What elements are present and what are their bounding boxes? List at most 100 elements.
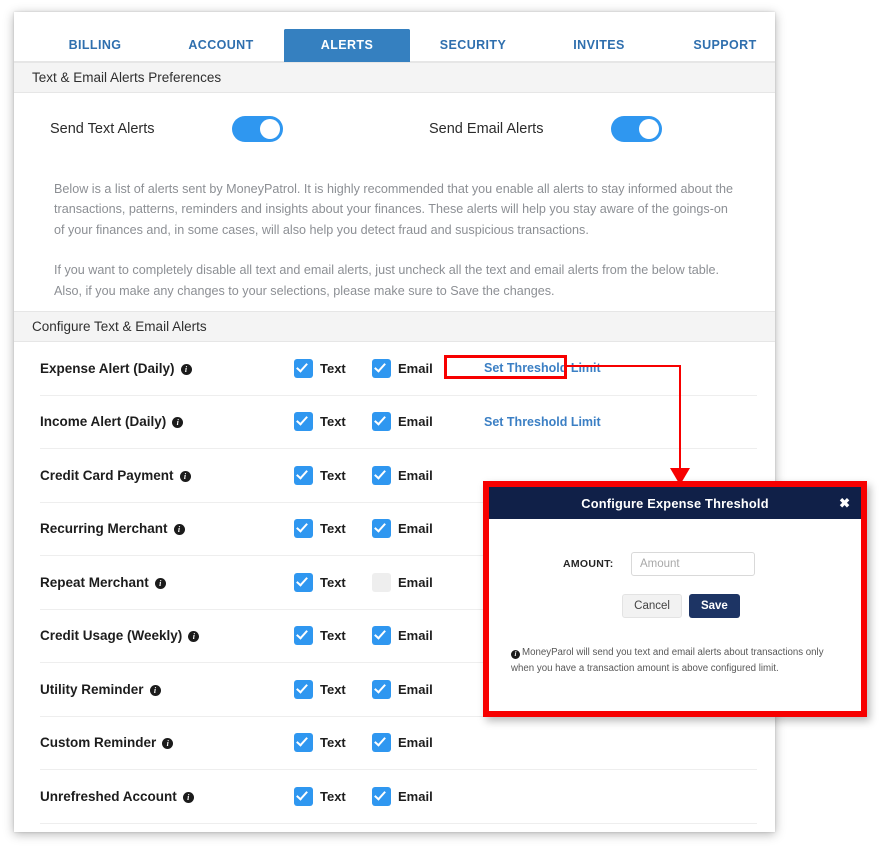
text-checkbox[interactable] [294,786,313,806]
email-checkbox[interactable] [372,733,391,753]
toggle-knob [260,119,280,139]
check-icon [374,467,386,480]
modal-button-row: Cancel Save [489,576,861,618]
send-text-alerts-toggle[interactable] [232,116,283,142]
toggle-knob [639,119,659,139]
info-icon[interactable]: i [182,791,194,803]
alert-row: Unrefreshed Account i Text Email [40,770,757,824]
email-checkbox-label: Email [398,681,433,697]
amount-label: AMOUNT: [563,558,614,570]
alert-name-label: Income Alert (Daily) [40,414,167,430]
info-icon[interactable]: i [172,417,184,429]
check-icon [374,788,386,801]
description-block: Below is a list of alerts sent by MoneyP… [14,165,775,311]
annotation-connector-horizontal [567,365,681,367]
info-icon[interactable]: i [180,363,192,375]
email-checkbox[interactable] [372,358,391,378]
text-checkbox-label: Text [320,788,346,804]
check-icon [374,627,386,640]
screenshot-root: BILLING ACCOUNT ALERTS SECURITY INVITES SUPPO… [0,0,880,857]
check-icon [296,788,308,801]
modal-title: Configure Expense Threshold [581,495,769,511]
text-checkbox-label: Text [320,574,346,590]
text-checkbox[interactable] [294,358,313,378]
tab-bar: BILLING ACCOUNT ALERTS SECURITY INVITES SUPPO… [14,12,775,62]
email-checkbox-group: Email [372,679,462,699]
tab-alerts[interactable]: ALERTS [284,29,410,62]
email-checkbox-group: Email [372,412,462,432]
check-icon [374,734,386,747]
email-checkbox-group: Email [372,786,462,806]
text-checkbox-label: Text [320,360,346,376]
check-icon [296,681,308,694]
email-checkbox[interactable] [372,679,391,699]
text-checkbox[interactable] [294,519,313,539]
text-checkbox[interactable] [294,733,313,753]
email-checkbox[interactable] [372,412,391,432]
alert-name-cell: Credit Usage (Weekly) i [40,628,294,643]
alert-preferences-row: Send Text Alerts Send Email Alerts [14,93,775,165]
alert-name-label: Utility Reminder [40,681,144,697]
text-checkbox-label: Text [320,681,346,697]
set-threshold-limit-link[interactable]: Set Threshold Limit [484,361,601,375]
close-icon[interactable]: ✖ [839,497,850,510]
amount-input[interactable] [631,552,755,576]
check-icon [296,520,308,533]
alert-name-cell: Repeat Merchant i [40,575,294,590]
text-checkbox-group: Text [294,626,372,646]
text-checkbox-label: Text [320,467,346,483]
set-threshold-limit-link[interactable]: Set Threshold Limit [484,415,601,429]
tab-account[interactable]: ACCOUNT [158,29,284,62]
threshold-cell: Set Threshold Limit [462,415,612,429]
tab-security[interactable]: SECURITY [410,29,536,62]
text-checkbox[interactable] [294,465,313,485]
threshold-cell: Set Threshold Limit [462,361,612,375]
cancel-button[interactable]: Cancel [622,594,682,618]
alert-name-cell: Utility Reminder i [40,682,294,697]
email-checkbox-group: Email [372,733,462,753]
email-checkbox-label: Email [398,735,433,751]
send-text-alerts-label: Send Text Alerts [50,121,155,137]
email-checkbox-label: Email [398,467,433,483]
tab-invites[interactable]: INVITES [536,29,662,62]
description-paragraph-2: If you want to completely disable all te… [54,263,720,298]
text-checkbox-group: Text [294,412,372,432]
send-email-alerts-pref: Send Email Alerts [429,116,662,142]
alert-name-label: Recurring Merchant [40,521,168,537]
email-checkbox[interactable] [372,786,391,806]
text-checkbox[interactable] [294,572,313,592]
send-email-alerts-toggle[interactable] [611,116,662,142]
modal-header: Configure Expense Threshold ✖ [489,487,861,519]
check-icon [296,627,308,640]
save-button[interactable]: Save [688,594,740,618]
alert-name-label: Expense Alert (Daily) [40,360,175,376]
alert-name-cell: Expense Alert (Daily) i [40,361,294,376]
alert-row: Income Alert (Daily) i Text Email Set Thresh… [40,396,757,449]
text-checkbox[interactable] [294,412,313,432]
alert-name-cell: Credit Card Payment i [40,468,294,483]
expense-threshold-modal: Configure Expense Threshold ✖ AMOUNT: Ca… [483,481,867,717]
alert-name-cell: Unrefreshed Account i [40,789,294,804]
email-checkbox[interactable] [372,626,391,646]
check-icon [296,734,308,747]
alert-name-label: Credit Usage (Weekly) [40,628,183,644]
info-icon: i [511,650,520,659]
email-checkbox[interactable] [372,519,391,539]
text-checkbox[interactable] [294,679,313,699]
info-icon[interactable]: i [173,524,185,536]
info-icon[interactable]: i [162,738,174,750]
check-icon [296,574,308,587]
info-icon[interactable]: i [149,684,161,696]
tab-support[interactable]: SUPPORT [662,29,788,62]
text-checkbox[interactable] [294,626,313,646]
info-icon[interactable]: i [188,631,200,643]
info-icon[interactable]: i [179,470,191,482]
email-checkbox[interactable] [372,572,391,592]
info-icon[interactable]: i [154,577,166,589]
tab-billing[interactable]: BILLING [32,29,158,62]
preferences-section-header: Text & Email Alerts Preferences [14,62,775,93]
modal-body: AMOUNT: Cancel Save iMoneyParol will sen… [489,519,861,711]
email-checkbox[interactable] [372,465,391,485]
configure-section-header: Configure Text & Email Alerts [14,311,775,342]
email-checkbox-label: Email [398,788,433,804]
